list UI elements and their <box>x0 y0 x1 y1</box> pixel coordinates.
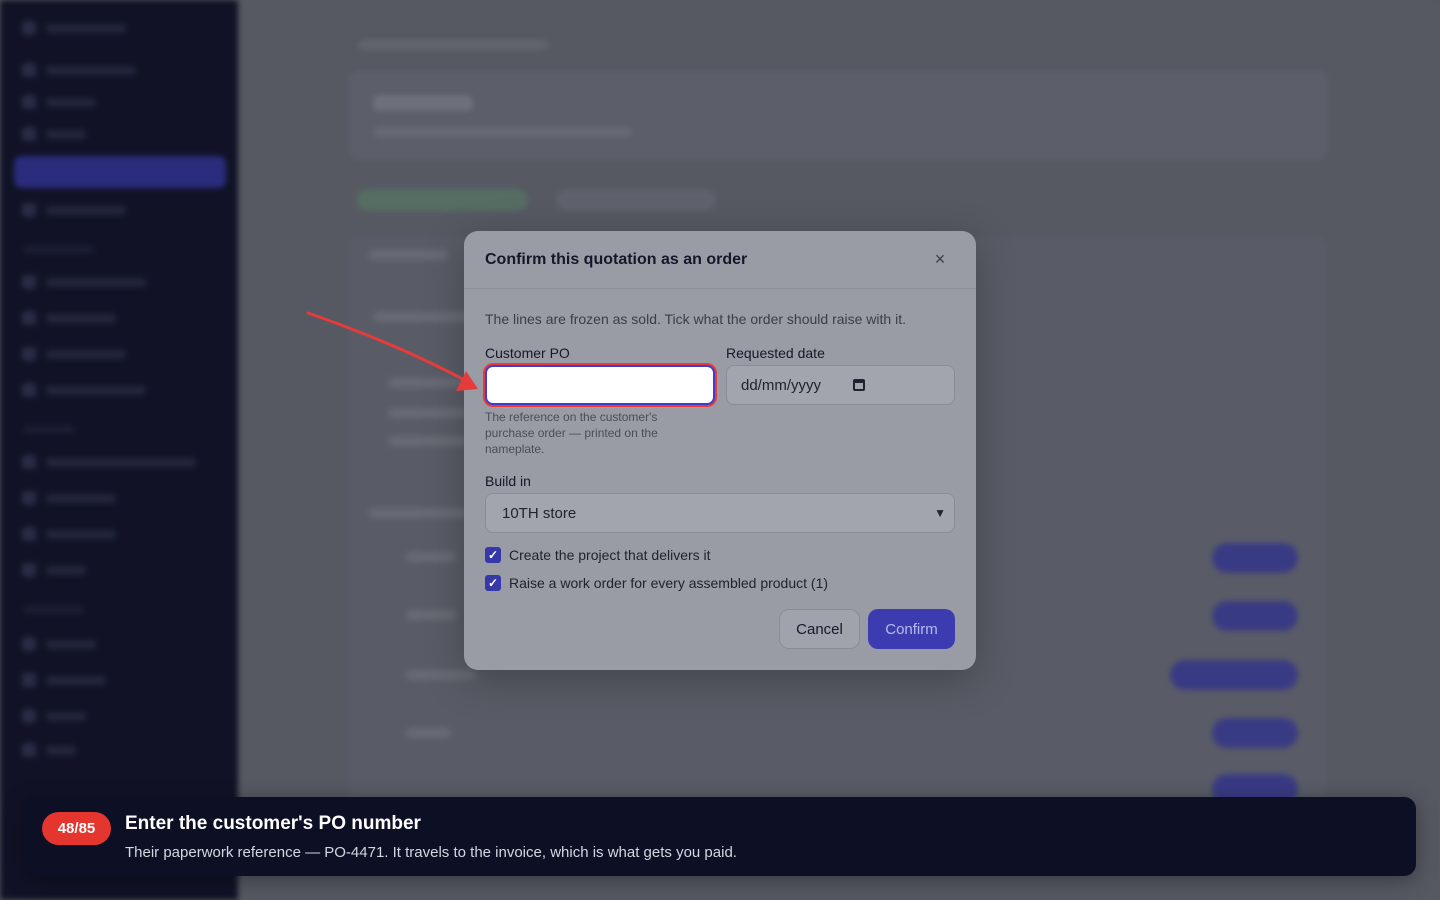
raise-work-order-option[interactable]: ✓ Raise a work order for every assembled… <box>485 575 828 591</box>
dialog-header: Confirm this quotation as an order × <box>464 231 976 289</box>
dialog-title: Confirm this quotation as an order <box>485 251 748 268</box>
tour-pointer-arrow <box>306 311 478 391</box>
raise-work-order-checkbox[interactable]: ✓ <box>485 575 501 591</box>
create-project-checkbox[interactable]: ✓ <box>485 547 501 563</box>
confirm-button[interactable]: Confirm <box>868 609 955 649</box>
tour-banner: 48/85 Enter the customer's PO number The… <box>24 797 1416 876</box>
customer-po-input[interactable] <box>485 365 715 405</box>
date-placeholder: dd/mm/yyyy <box>741 376 822 394</box>
create-project-option[interactable]: ✓ Create the project that delivers it <box>485 547 711 563</box>
requested-date-input[interactable]: dd/mm/yyyy <box>726 365 955 405</box>
calendar-icon[interactable] <box>853 379 865 391</box>
tour-body: Their paperwork reference — PO-4471. It … <box>125 844 737 861</box>
dialog-intro: The lines are frozen as sold. Tick what … <box>485 311 906 327</box>
tour-title: Enter the customer's PO number <box>125 813 421 834</box>
customer-po-label: Customer PO <box>485 345 570 361</box>
close-icon[interactable]: × <box>930 249 950 269</box>
build-in-label: Build in <box>485 473 531 489</box>
raise-work-order-label: Raise a work order for every assembled p… <box>509 575 829 591</box>
chevron-down-icon: ▼ <box>934 506 946 520</box>
requested-date-label: Requested date <box>726 345 825 361</box>
confirm-order-dialog: Confirm this quotation as an order × The… <box>464 231 976 670</box>
tour-step-badge: 48/85 <box>42 812 111 845</box>
build-in-selected: 10TH store <box>502 504 577 522</box>
build-in-select[interactable]: 10TH store ▼ <box>485 493 955 533</box>
cancel-button[interactable]: Cancel <box>779 609 860 649</box>
create-project-label: Create the project that delivers it <box>509 547 711 563</box>
customer-po-help: The reference on the customer's purchase… <box>485 410 658 456</box>
